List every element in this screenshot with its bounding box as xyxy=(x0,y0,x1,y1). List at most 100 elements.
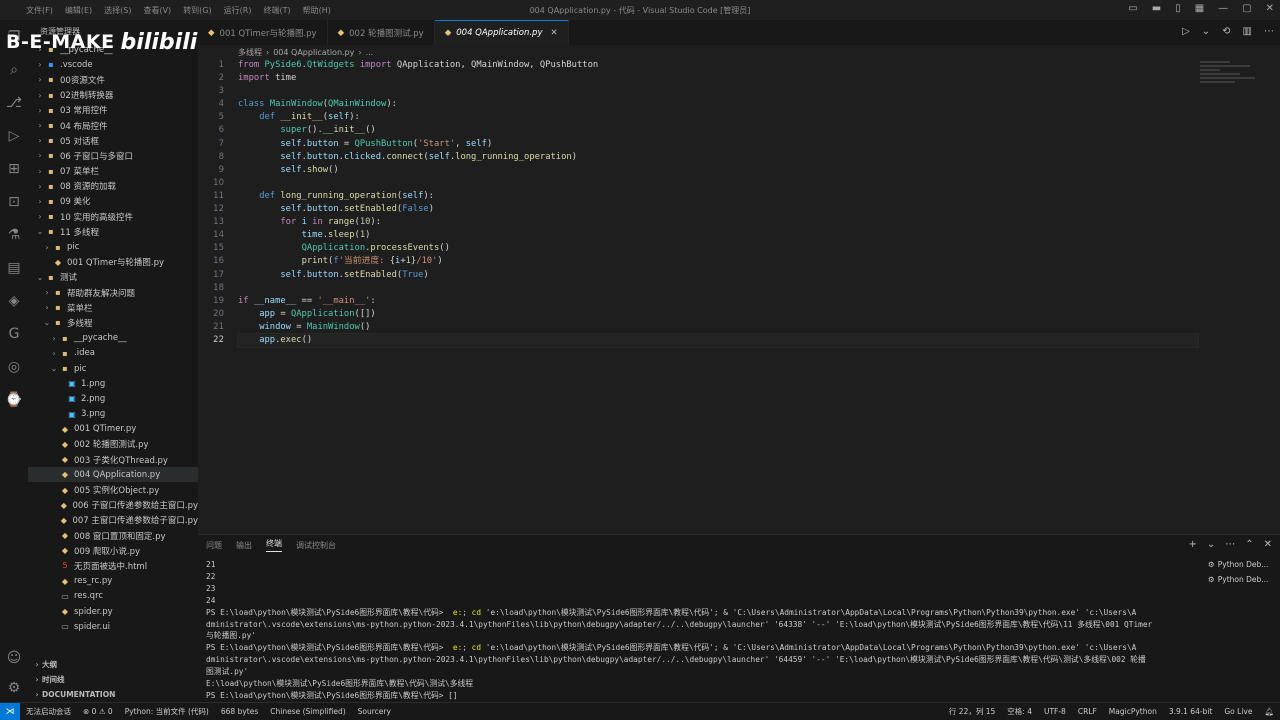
status-item[interactable]: Sourcery xyxy=(358,707,391,716)
compare-icon[interactable]: ⟲ xyxy=(1222,26,1230,37)
breadcrumb-item[interactable]: 多线程 xyxy=(238,47,262,58)
file-item[interactable]: ◆ 005 实例化Object.py xyxy=(28,482,198,497)
chevron-down-icon[interactable]: ⌄ xyxy=(1207,539,1215,550)
folder-item[interactable]: › ▪ 05 对话框 xyxy=(28,133,198,148)
status-item[interactable]: 3.9.1 64-bit xyxy=(1169,707,1213,716)
status-item[interactable]: ⊗ 0 ⚠ 0 xyxy=(83,707,113,716)
file-item[interactable]: ◆ spider.py xyxy=(28,604,198,619)
file-item[interactable]: ◆ 003 子类化QThread.py xyxy=(28,452,198,467)
folder-item[interactable]: › ▪ 帮助群友解决问题 xyxy=(28,285,198,300)
more-actions-icon[interactable]: ⋯ xyxy=(1225,539,1235,550)
menu-item[interactable]: 查看(V) xyxy=(143,5,171,16)
file-item[interactable]: ◆ 009 爬取小说.py xyxy=(28,543,198,558)
status-item[interactable]: MagicPython xyxy=(1109,707,1157,716)
panel-tab[interactable]: 问题 xyxy=(206,540,222,551)
file-item[interactable]: ◆ 004 QApplication.py xyxy=(28,467,198,483)
python-icon[interactable]: ◈ xyxy=(0,284,28,317)
file-item[interactable]: ◆ res_rc.py xyxy=(28,574,198,589)
folder-item[interactable]: ⌄ ▪ 多线程 xyxy=(28,315,198,330)
close-icon[interactable]: ✕ xyxy=(551,28,558,38)
panel-tab[interactable]: 输出 xyxy=(236,540,252,551)
menu-item[interactable]: 转到(G) xyxy=(183,5,211,16)
folder-item[interactable]: ⌄ ▪ 测试 xyxy=(28,270,198,285)
file-item[interactable]: ◆ 001 QTimer与轮播图.py xyxy=(28,255,198,270)
layout-sidebar-icon[interactable]: ▯ xyxy=(1175,3,1181,14)
breadcrumb-item[interactable]: 004 QApplication.py xyxy=(273,48,354,57)
folder-item[interactable]: › ▪ 10 实用的高级控件 xyxy=(28,209,198,224)
folder-item[interactable]: › ▪ 07 菜单栏 xyxy=(28,164,198,179)
status-item[interactable]: 空格: 4 xyxy=(1007,706,1032,717)
file-item[interactable]: ◆ 001 QTimer.py xyxy=(28,422,198,437)
minimize-button[interactable]: — xyxy=(1218,3,1228,14)
editor-tab[interactable]: ◆ 001 QTimer与轮播图.py xyxy=(198,20,328,45)
layout-toggle-icon[interactable]: ▭ xyxy=(1128,3,1137,14)
terminal-instance[interactable]: ⚙ Python Deb... xyxy=(1208,557,1278,572)
menu-item[interactable]: 文件(F) xyxy=(26,5,53,16)
split-editor-icon[interactable]: ▥ xyxy=(1243,26,1252,37)
customize-layout-icon[interactable]: ▦ xyxy=(1195,3,1204,14)
file-item[interactable]: ▣ 3.png xyxy=(28,407,198,422)
menu-item[interactable]: 运行(R) xyxy=(224,5,252,16)
terminal-output[interactable]: 21 22 23 24 PS E:\load\python\模块测试\PySide6图形… xyxy=(206,559,1196,702)
folder-item[interactable]: › ▪ 06 子窗口与多窗口 xyxy=(28,148,198,163)
folder-item[interactable]: › ▪ 菜单栏 xyxy=(28,300,198,315)
gitlens-icon[interactable]: G xyxy=(0,317,28,350)
status-item[interactable]: Python: 当前文件 (代码) xyxy=(125,706,209,717)
file-item[interactable]: ◆ 007 主窗口传递参数给子窗口.py xyxy=(28,513,198,528)
file-item[interactable]: ▭ res.qrc xyxy=(28,589,198,604)
terminal-instance[interactable]: ⚙ Python Deb... xyxy=(1208,572,1278,587)
file-item[interactable]: ◆ 002 轮播图测试.py xyxy=(28,437,198,452)
remote-explorer-icon[interactable]: ⊡ xyxy=(0,185,28,218)
sidebar-section[interactable]: › 时间线 xyxy=(28,672,198,687)
folder-item[interactable]: › ▪ 04 布局控件 xyxy=(28,118,198,133)
extensions-icon[interactable]: ⊞ xyxy=(0,152,28,185)
status-item[interactable]: 行 22，列 15 xyxy=(949,706,995,717)
notifications-bell-icon[interactable]: 🔔︎ xyxy=(1264,707,1274,716)
folder-item[interactable]: › ▪ 00资源文件 xyxy=(28,72,198,87)
folder-item[interactable]: › ▪ .idea xyxy=(28,346,198,361)
sidebar-section[interactable]: › 大纲 xyxy=(28,656,198,671)
folder-item[interactable]: ⌄ ▪ pic xyxy=(28,361,198,376)
more-actions-icon[interactable]: ⋯ xyxy=(1264,26,1274,37)
account-icon[interactable]: ☺ xyxy=(7,650,22,666)
maximize-button[interactable]: ▢ xyxy=(1242,3,1251,14)
new-terminal-icon[interactable]: + xyxy=(1188,539,1196,550)
testing-icon[interactable]: ⚗ xyxy=(0,218,28,251)
menu-item[interactable]: 选择(S) xyxy=(104,5,131,16)
panel-tab[interactable]: 终端 xyxy=(266,538,282,552)
folder-item[interactable]: › ▪ __pycache__ xyxy=(28,331,198,346)
breadcrumb-item[interactable]: ... xyxy=(366,48,374,57)
status-item[interactable]: UTF-8 xyxy=(1044,707,1066,716)
status-item[interactable]: 无法启动会话 xyxy=(26,706,71,717)
close-panel-icon[interactable]: ✕ xyxy=(1264,539,1272,550)
file-item[interactable]: ◆ 006 子窗口传递参数给主窗口.py xyxy=(28,498,198,513)
folder-item[interactable]: ⌄ ▪ 11 多线程 xyxy=(28,224,198,239)
status-item[interactable]: CRLF xyxy=(1078,707,1097,716)
folder-item[interactable]: › ▪ pic xyxy=(28,239,198,254)
status-item[interactable]: 668 bytes xyxy=(221,707,258,716)
run-icon[interactable]: ▷ xyxy=(1182,26,1190,37)
settings-gear-icon[interactable]: ⚙ xyxy=(8,680,21,696)
code-editor[interactable]: from PySide6.QtWidgets import QApplicati… xyxy=(237,59,1199,349)
status-item[interactable]: Go Live xyxy=(1224,707,1252,716)
sidebar-section[interactable]: › DOCUMENTATION xyxy=(28,687,198,702)
chevron-down-icon[interactable]: ⌄ xyxy=(1202,26,1210,37)
run-debug-icon[interactable]: ▷ xyxy=(0,119,28,152)
editor-tab[interactable]: ◆ 004 QApplication.py ✕ xyxy=(434,20,569,45)
maximize-panel-icon[interactable]: ⌃ xyxy=(1245,539,1253,550)
folder-item[interactable]: › ▪ 03 常用控件 xyxy=(28,103,198,118)
docker-icon[interactable]: ▤ xyxy=(0,251,28,284)
file-item[interactable]: ◆ 008 窗口置顶和固定.py xyxy=(28,528,198,543)
file-item[interactable]: ▣ 1.png xyxy=(28,376,198,391)
folder-item[interactable]: › ▪ 08 资源的加载 xyxy=(28,179,198,194)
menu-item[interactable]: 编辑(E) xyxy=(65,5,92,16)
minimap[interactable] xyxy=(1200,59,1270,99)
copilot-icon[interactable]: ◎ xyxy=(0,350,28,383)
file-item[interactable]: ▣ 2.png xyxy=(28,391,198,406)
remote-indicator-icon[interactable]: ⋊ xyxy=(0,702,20,720)
timeline-icon[interactable]: ⌚ xyxy=(0,383,28,416)
file-item[interactable]: ▭ spider.ui xyxy=(28,619,198,634)
menu-item[interactable]: 帮助(H) xyxy=(303,5,331,16)
close-button[interactable]: ✕ xyxy=(1266,3,1274,14)
layout-panel-icon[interactable]: ▬ xyxy=(1152,3,1161,14)
